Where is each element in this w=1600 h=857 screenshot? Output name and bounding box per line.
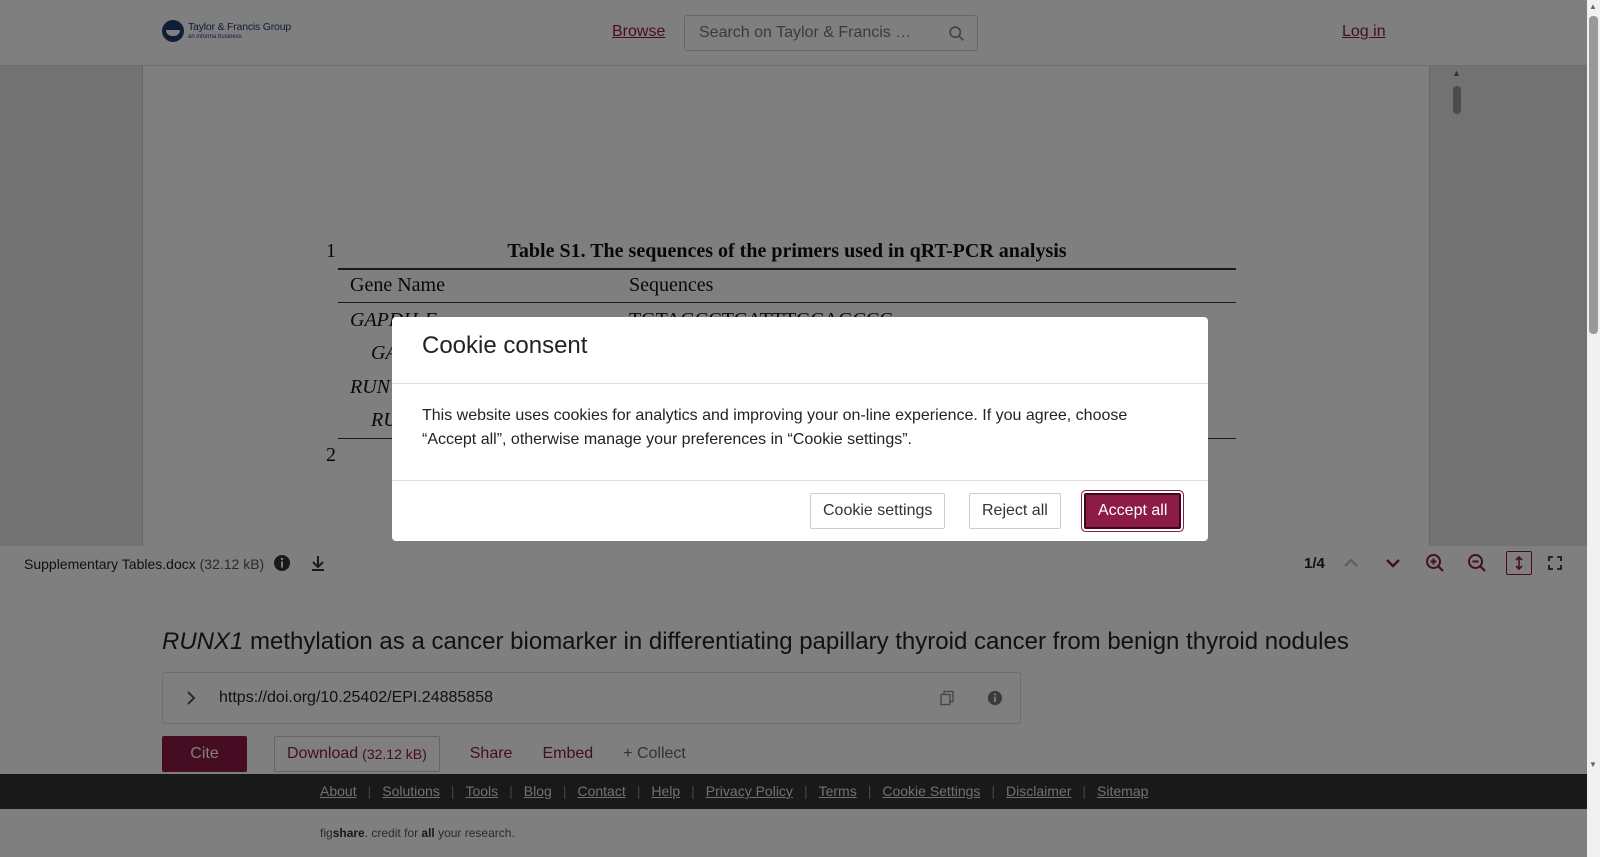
page-scroll-thumb[interactable] (1589, 16, 1598, 334)
cookie-settings-button[interactable]: Cookie settings (810, 493, 946, 529)
cookie-body: This website uses cookies for analytics … (392, 384, 1208, 481)
reject-all-button[interactable]: Reject all (969, 493, 1061, 529)
page-scroll-down-icon[interactable]: ▼ (1589, 760, 1597, 769)
accept-all-button[interactable]: Accept all (1084, 493, 1182, 529)
cookie-consent-dialog: Cookie consent This website uses cookies… (392, 317, 1208, 541)
cookie-title: Cookie consent (422, 332, 588, 359)
page-scrollbar[interactable]: ▲ ▼ (1587, 0, 1600, 857)
cookie-actions: Cookie settings Reject all Accept all (392, 481, 1208, 541)
page-scroll-up-icon[interactable]: ▲ (1589, 2, 1597, 11)
